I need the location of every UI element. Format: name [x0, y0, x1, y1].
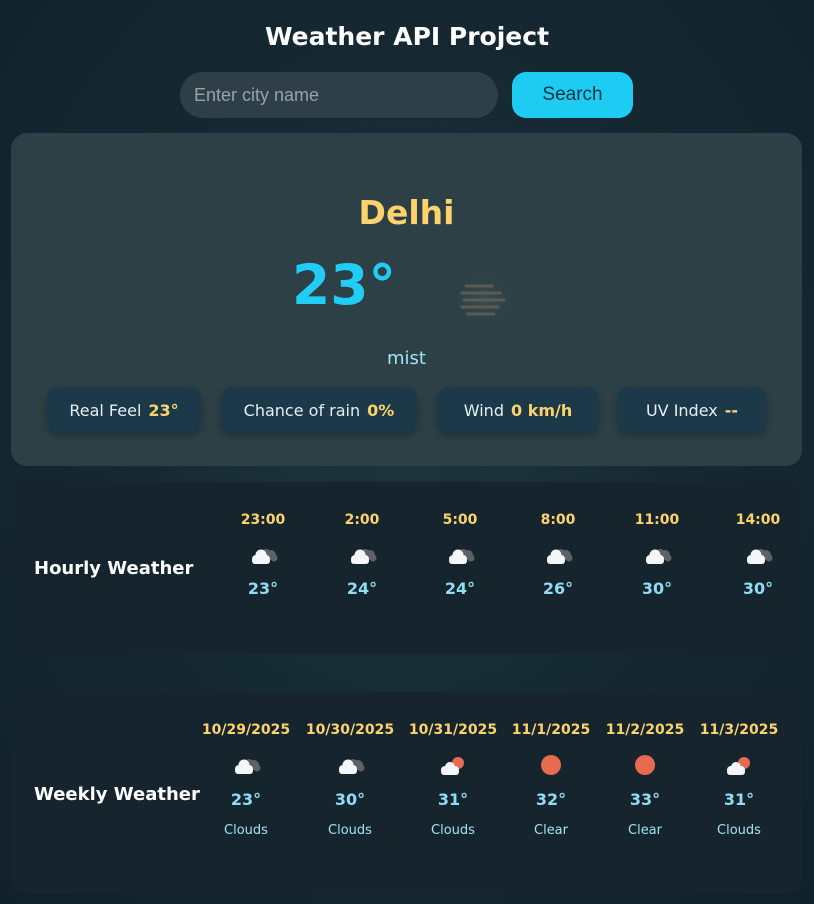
hourly-temp: 23°: [247, 579, 279, 598]
weekly-item: 11/2/2025 33° Clear: [593, 720, 697, 838]
weather-condition: mist: [387, 348, 426, 369]
real-feel-chip: Real Feel 23°: [47, 387, 201, 433]
clouds-icon: [351, 549, 377, 564]
weekly-date: 10/29/2025: [201, 722, 291, 738]
clouds-icon: [252, 549, 278, 564]
sun-icon: [541, 755, 561, 775]
hourly-time: 23:00: [240, 512, 286, 528]
hourly-item: 8:00 26°: [506, 510, 610, 598]
current-weather-card: Delhi 23° mist Real Feel 23° Chance of r…: [11, 133, 802, 466]
weekly-item: 10/30/2025 30° Clouds: [298, 720, 402, 838]
weekly-temp: 30°: [334, 790, 366, 809]
clouds-icon: [547, 549, 573, 564]
weekly-item: 11/3/2025 31° Clouds: [687, 720, 791, 838]
stat-label: UV Index: [645, 400, 718, 420]
weekly-item: 11/1/2025 32° Clear: [499, 720, 603, 838]
weekly-temp: 31°: [723, 790, 755, 809]
hourly-temp: 30°: [641, 579, 673, 598]
weekly-date: 11/2/2025: [605, 722, 685, 738]
hourly-weather-title: Hourly Weather: [34, 558, 194, 579]
stat-value: 0 km/h: [510, 400, 573, 420]
weekly-item: 10/31/2025 31° Clouds: [401, 720, 505, 838]
hourly-time: 14:00: [735, 512, 781, 528]
weekly-temp: 23°: [230, 790, 262, 809]
weekly-temp: 32°: [535, 790, 567, 809]
hourly-item: 23:00 23°: [211, 510, 315, 598]
uv-index-chip: UV Index --: [618, 387, 766, 433]
clouds-icon: [449, 549, 475, 564]
stat-label: Chance of rain: [243, 400, 361, 420]
clouds-icon: [646, 549, 672, 564]
hourly-item: 14:00 30°: [706, 510, 810, 598]
weekly-condition: Clouds: [328, 823, 372, 838]
clouds-icon: [339, 759, 365, 774]
weekly-condition: Clear: [534, 823, 568, 838]
weekly-condition: Clouds: [224, 823, 268, 838]
weekly-date: 10/30/2025: [305, 722, 395, 738]
sun-icon: [635, 755, 655, 775]
clouds-icon: [235, 759, 261, 774]
weekly-temp: 33°: [629, 790, 661, 809]
hourly-time: 2:00: [344, 512, 380, 528]
hourly-temp: 30°: [742, 579, 774, 598]
weekly-item: 10/29/2025 23° Clouds: [194, 720, 298, 838]
wind-chip: Wind 0 km/h: [438, 387, 598, 433]
chance-of-rain-chip: Chance of rain 0%: [221, 387, 417, 433]
city-search-input[interactable]: [180, 72, 498, 118]
hourly-item: 11:00 30°: [605, 510, 709, 598]
hourly-temp: 26°: [542, 579, 574, 598]
clouds-icon: [747, 549, 773, 564]
weekly-condition: Clear: [628, 823, 662, 838]
hourly-time: 11:00: [634, 512, 680, 528]
hourly-temp: 24°: [444, 579, 476, 598]
hourly-weather-card: Hourly Weather 23:00 23° 2:00 24° 5:00 2…: [11, 482, 802, 654]
hourly-item: 5:00 24°: [408, 510, 512, 598]
hourly-time: 5:00: [442, 512, 478, 528]
stat-value: --: [724, 400, 739, 420]
mist-icon: [446, 268, 522, 330]
hourly-temp: 24°: [346, 579, 378, 598]
current-temperature: 23°: [292, 253, 397, 317]
weekly-condition: Clouds: [717, 823, 761, 838]
app-title: Weather API Project: [264, 22, 550, 51]
weekly-temp: 31°: [437, 790, 469, 809]
search-button[interactable]: Search: [512, 72, 633, 118]
partly-cloudy-icon: [441, 757, 464, 775]
city-name: Delhi: [358, 193, 455, 232]
hourly-time: 8:00: [540, 512, 576, 528]
hourly-item: 2:00 24°: [310, 510, 414, 598]
stat-value: 23°: [148, 400, 179, 420]
weekly-date: 11/3/2025: [699, 722, 779, 738]
stat-label: Wind: [463, 400, 504, 420]
stat-value: 0%: [367, 400, 395, 420]
weekly-date: 11/1/2025: [511, 722, 591, 738]
weekly-weather-title: Weekly Weather: [34, 784, 200, 805]
weekly-condition: Clouds: [431, 823, 475, 838]
stat-label: Real Feel: [69, 400, 142, 420]
partly-cloudy-icon: [727, 757, 750, 775]
weekly-weather-card: Weekly Weather 10/29/2025 23° Clouds 10/…: [11, 693, 802, 893]
weekly-date: 10/31/2025: [408, 722, 498, 738]
